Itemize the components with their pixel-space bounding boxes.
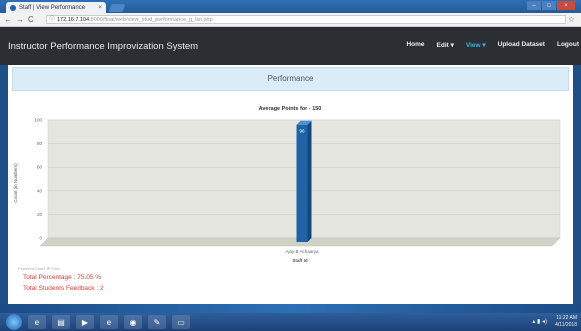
clock-time: 11:22 AM bbox=[556, 315, 577, 321]
url-path: :8000/final/web/view_stud_performance_g_… bbox=[89, 17, 213, 23]
content-panel: Performance Average Points for - 150 0 20… bbox=[8, 65, 573, 304]
y-tick-label: 40 bbox=[37, 188, 43, 193]
forward-icon[interactable]: → bbox=[16, 15, 24, 24]
nav-upload-dataset[interactable]: Upload Dataset bbox=[498, 41, 545, 49]
total-feedback: Total Students Feedback : 2 bbox=[23, 285, 104, 292]
nav-home[interactable]: Home bbox=[406, 41, 424, 49]
maximize-icon[interactable]: □ bbox=[542, 1, 556, 10]
address-bar: ← → C ⓘ 172.16.7.104:8000/final/web/view… bbox=[0, 13, 581, 27]
url-input[interactable]: ⓘ 172.16.7.104:8000/final/web/view_stud_… bbox=[46, 15, 566, 24]
folder-icon[interactable]: ▤ bbox=[52, 315, 70, 329]
media-icon[interactable]: ▶ bbox=[76, 315, 94, 329]
tray-icons[interactable]: ▴ ▮ ◂) bbox=[532, 318, 547, 325]
y-axis-ticks: 0 20 40 60 80 100 bbox=[34, 118, 42, 241]
explorer-icon[interactable]: e bbox=[100, 315, 118, 329]
bookmark-star-icon[interactable]: ☆ bbox=[568, 15, 575, 24]
url-host: 172.16.7.104 bbox=[57, 17, 90, 23]
bar[interactable] bbox=[296, 124, 308, 242]
x-axis-ticks: Ajay B Achaarya bbox=[285, 249, 319, 254]
window-controls: – □ × bbox=[527, 1, 575, 10]
panel-heading: Performance bbox=[12, 67, 569, 91]
nav-buttons: ← → C bbox=[4, 15, 34, 24]
y-axis-label: Count (in Numbers) bbox=[13, 163, 18, 203]
browser-tab[interactable]: Staff | View Performance × bbox=[6, 2, 106, 13]
clock[interactable]: 11:22 AM 4/11/2018 bbox=[555, 315, 577, 329]
bar-data-label: 96 bbox=[299, 129, 305, 134]
bars-group: 96 bbox=[296, 120, 312, 242]
close-window-icon[interactable]: × bbox=[557, 1, 575, 10]
minimize-icon[interactable]: – bbox=[527, 1, 541, 10]
tab-title: Staff | View Performance bbox=[19, 4, 86, 11]
info-icon[interactable]: ⓘ bbox=[49, 16, 55, 25]
nav-logout[interactable]: Logout bbox=[557, 41, 579, 49]
y-tick-label: 20 bbox=[37, 212, 43, 217]
favicon-icon bbox=[10, 4, 16, 11]
nav-view[interactable]: View ▾ bbox=[466, 41, 486, 49]
new-tab-button[interactable] bbox=[108, 4, 126, 12]
app-brand[interactable]: Instructor Performance Improvization Sys… bbox=[8, 41, 198, 52]
app-navbar: Instructor Performance Improvization Sys… bbox=[0, 27, 581, 65]
chrome-icon[interactable]: ◉ bbox=[124, 315, 142, 329]
desktop-background bbox=[0, 304, 581, 313]
nav-menu: Home Edit ▾ View ▾ Upload Dataset Logout bbox=[406, 41, 579, 49]
ie-icon[interactable]: e bbox=[28, 315, 46, 329]
browser-tabstrip: Staff | View Performance × – □ × bbox=[0, 0, 581, 13]
clock-date: 4/11/2018 bbox=[555, 322, 577, 328]
window-icon[interactable]: ▭ bbox=[172, 315, 190, 329]
chart-title: Average Points for - 150 bbox=[259, 106, 322, 112]
paint-icon[interactable]: ✎ bbox=[148, 315, 166, 329]
back-icon[interactable]: ← bbox=[4, 15, 12, 24]
y-tick-label: 100 bbox=[34, 118, 42, 123]
total-percentage: Total Percentage : 75.05 % bbox=[23, 274, 102, 281]
y-tick-label: 60 bbox=[37, 165, 43, 170]
x-tick-label: Ajay B Achaarya bbox=[285, 249, 319, 254]
tab-close-icon[interactable]: × bbox=[98, 5, 102, 11]
performance-chart: Average Points for - 150 0 20 40 60 80 100 96… bbox=[13, 106, 561, 263]
reload-icon[interactable]: C bbox=[28, 15, 34, 24]
taskbar: e ▤ ▶ e ◉ ✎ ▭ ▴ ▮ ◂) 11:22 AM 4/11/2018 bbox=[0, 313, 581, 331]
nav-edit[interactable]: Edit ▾ bbox=[437, 41, 454, 49]
y-tick-label: 80 bbox=[37, 141, 43, 146]
bar-side bbox=[307, 120, 312, 242]
x-axis-label: Staff Id bbox=[292, 258, 308, 263]
chart-credit: Powered Chart JP Free bbox=[18, 266, 60, 271]
start-button[interactable] bbox=[6, 314, 22, 330]
y-tick-label: 0 bbox=[39, 236, 42, 241]
